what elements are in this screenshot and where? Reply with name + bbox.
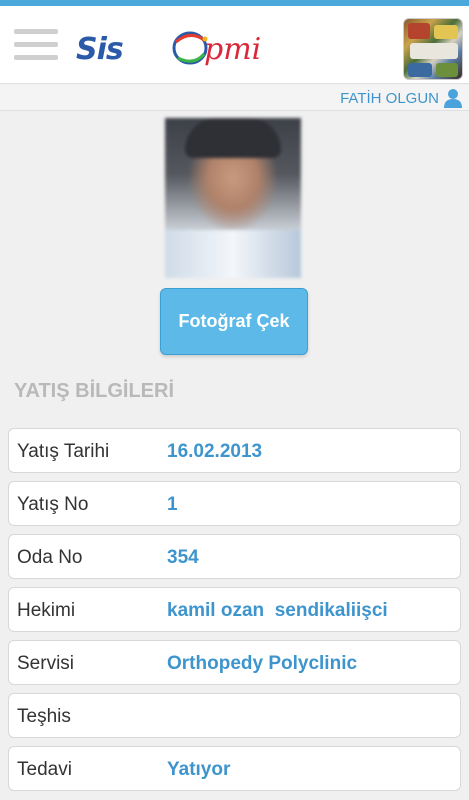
info-row-service: Servisi Orthopedy Polyclinic (8, 640, 461, 685)
info-row-admission-date: Yatış Tarihi 16.02.2013 (8, 428, 461, 473)
menu-line (14, 55, 58, 60)
info-row-room-no: Oda No 354 (8, 534, 461, 579)
info-label: Tedavi (17, 759, 72, 780)
menu-line (14, 29, 58, 34)
info-label: Yatış No (17, 494, 89, 515)
logo-pmi-text: pmi (204, 32, 262, 67)
logo-sis-text: Sis (76, 32, 124, 67)
info-row-admission-no: Yatış No 1 (8, 481, 461, 526)
info-value: 16.02.2013 (167, 441, 263, 462)
info-row-treatment: Tedavi Yatıyor (8, 746, 461, 791)
user-name[interactable]: FATİH OLGUN (340, 90, 439, 107)
info-value: 1 (167, 494, 178, 515)
take-photo-button[interactable]: Fotoğraf Çek (160, 288, 308, 355)
sisopmi-logo: Sis pmi (76, 24, 276, 74)
info-row-doctor: Hekimi kamil ozan sendikaliişci (8, 587, 461, 632)
app-header: Sis pmi (0, 6, 469, 84)
hamburger-menu-icon[interactable] (14, 29, 58, 61)
info-row-diagnosis: Teşhis (8, 693, 461, 738)
menu-line (14, 42, 58, 47)
info-label: Servisi (17, 653, 75, 674)
info-label: Yatış Tarihi (17, 441, 110, 462)
info-value: kamil ozan sendikaliişci (167, 600, 388, 621)
user-bar: FATİH OLGUN (0, 85, 469, 111)
info-value: 354 (167, 547, 199, 568)
section-title: YATIŞ BİLGİLERİ (14, 380, 175, 402)
user-icon[interactable] (443, 88, 463, 108)
info-value: Yatıyor (167, 759, 231, 780)
info-label: Oda No (17, 547, 83, 568)
info-label: Hekimi (17, 600, 76, 621)
info-label: Teşhis (17, 706, 71, 727)
hospital-thumbnail-image[interactable] (403, 18, 463, 80)
info-value: Orthopedy Polyclinic (167, 653, 358, 674)
admission-info-list: Yatış Tarihi 16.02.2013 Yatış No 1 Oda N… (8, 428, 461, 799)
patient-photo (165, 118, 301, 278)
